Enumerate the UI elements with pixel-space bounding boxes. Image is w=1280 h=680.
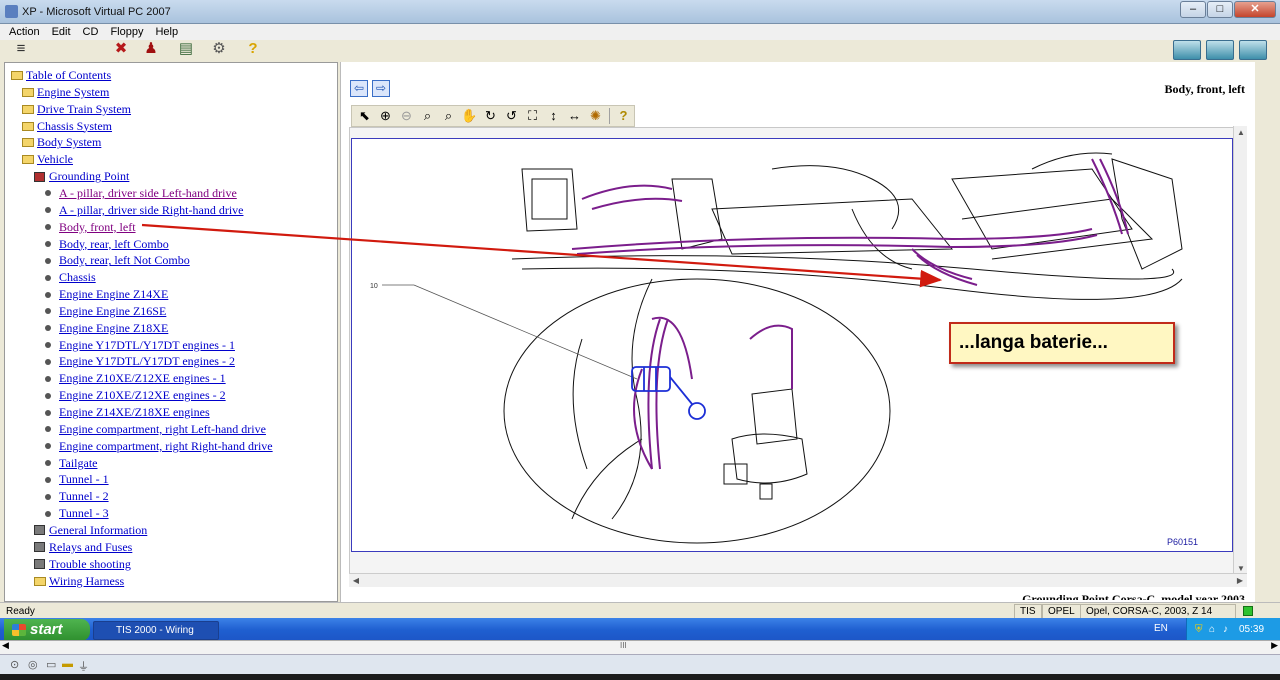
host-scroll-thumb[interactable]: III xyxy=(620,641,627,650)
maximize-button[interactable]: □ xyxy=(1207,1,1233,18)
menu-action[interactable]: Action xyxy=(9,24,40,40)
virtual-pc-icon xyxy=(5,5,18,18)
security-shield-icon[interactable]: ⛨ xyxy=(1195,618,1203,642)
close-button[interactable]: ✕ xyxy=(1234,1,1276,18)
annotation-arrow xyxy=(141,223,943,288)
host-cd-icon[interactable]: ◎ xyxy=(28,658,38,671)
windows-flag-icon xyxy=(12,624,26,636)
host-scroll-left-arrow[interactable]: ◀ xyxy=(2,640,9,651)
clock: 05:39 xyxy=(1239,624,1265,635)
tis-status-bar: Ready TIS OPEL Opel, CORSA-C, 2003, Z 14… xyxy=(0,602,1280,630)
volume-icon[interactable]: ♪ xyxy=(1223,618,1228,642)
menu-edit[interactable]: Edit xyxy=(52,24,71,40)
status-cell-tis: TIS xyxy=(1014,604,1042,619)
menu-floppy[interactable]: Floppy xyxy=(110,24,143,40)
status-cell-brand: OPEL xyxy=(1042,604,1081,619)
start-button[interactable]: start xyxy=(4,619,90,641)
host-menu-bar: Action Edit CD Floppy Help xyxy=(0,24,1280,40)
start-label: start xyxy=(30,621,63,638)
host-window-title: XP - Microsoft Virtual PC 2007 xyxy=(22,6,171,18)
host-mouse-icon[interactable]: ⊙ xyxy=(10,658,19,671)
host-border xyxy=(0,674,1280,680)
network-icon[interactable]: ⌂ xyxy=(1209,618,1215,642)
status-cell-vehicle: Opel, CORSA-C, 2003, Z 14 XE, 5-MT xyxy=(1080,604,1236,630)
language-indicator[interactable]: EN xyxy=(1154,623,1168,634)
xp-taskbar: start TIS 2000 - Wiring Dia... EN ⛨ ⌂ ♪ … xyxy=(0,618,1280,653)
taskbar-item-tis[interactable]: TIS 2000 - Wiring Dia... xyxy=(93,621,219,653)
host-horizontal-scrollbar[interactable]: ◀ III ▶ xyxy=(0,640,1280,654)
system-tray: ⛨ ⌂ ♪ 05:39 xyxy=(1186,618,1280,642)
host-disk-icon[interactable]: ▭ xyxy=(46,658,56,671)
menu-help[interactable]: Help xyxy=(155,24,178,40)
host-status-bar: ⊙ ◎ ▭ ▬ ⏚ xyxy=(0,654,1280,674)
host-network-icon[interactable]: ⏚ xyxy=(78,658,89,674)
host-title-bar: XP - Microsoft Virtual PC 2007 – □ ✕ xyxy=(0,0,1280,24)
host-folder-icon[interactable]: ▬ xyxy=(62,658,73,670)
menu-cd[interactable]: CD xyxy=(83,24,99,40)
guest-desktop: ≡ ✖ ♟ ▤ ⚙ ? Table of Contents Engine Syst… xyxy=(0,40,1280,657)
host-scroll-right-arrow[interactable]: ▶ xyxy=(1271,640,1278,651)
minimize-button[interactable]: – xyxy=(1180,1,1206,18)
online-indicator-icon xyxy=(1243,606,1253,616)
